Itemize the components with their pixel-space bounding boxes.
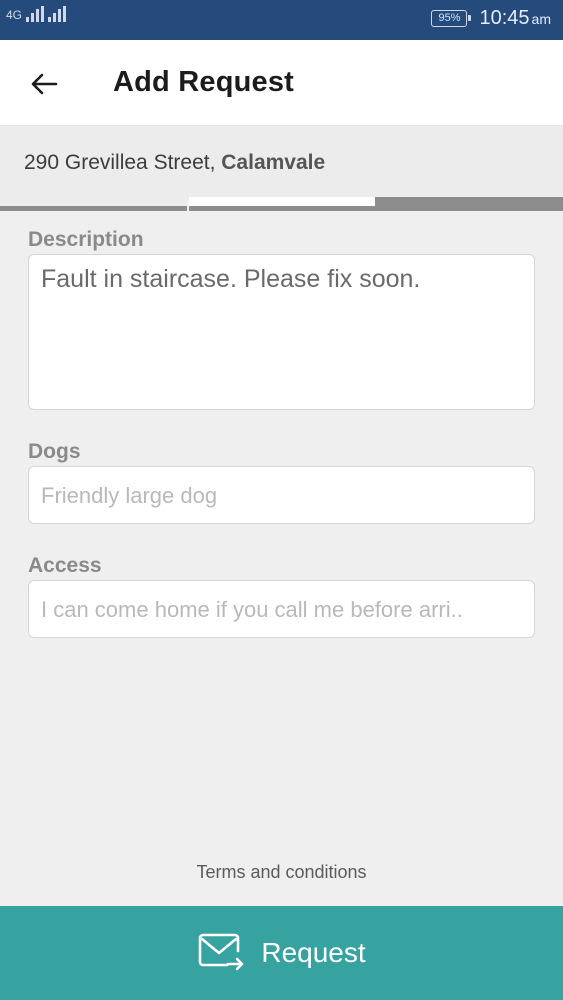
- signal-icon: [26, 6, 45, 22]
- clock: 10:45 am: [479, 7, 551, 30]
- terms-link[interactable]: Terms and conditions: [0, 862, 563, 883]
- step-2-indicator: [189, 197, 375, 211]
- battery-icon: 95%: [431, 10, 472, 27]
- request-label: Request: [261, 937, 366, 968]
- description-field[interactable]: Fault in staircase. Please fix soon.: [28, 254, 535, 410]
- step-progress: [0, 197, 563, 211]
- app-header: Add Request: [0, 40, 563, 126]
- page-title: Add Request: [113, 66, 295, 98]
- clock-ampm: am: [531, 11, 551, 27]
- request-button[interactable]: Request: [0, 906, 563, 1000]
- address-street: 290 Grevillea Street,: [24, 151, 222, 174]
- network-type: 4G: [6, 8, 23, 22]
- dogs-label: Dogs: [28, 440, 81, 463]
- arrow-left-icon: [31, 73, 58, 95]
- address-text: 290 Grevillea Street, Calamvale: [24, 151, 325, 175]
- status-right: 95% 10:45 am: [431, 7, 551, 30]
- back-button[interactable]: [22, 62, 66, 106]
- envelope-arrow-icon: [199, 933, 244, 971]
- access-placeholder: I can come home if you call me before ar…: [41, 597, 463, 622]
- clock-time: 10:45: [479, 7, 530, 29]
- description-value: Fault in staircase. Please fix soon.: [41, 265, 421, 293]
- address-suburb: Calamvale: [221, 151, 326, 174]
- address-bar: 290 Grevillea Street, Calamvale: [0, 127, 563, 199]
- signal-area: 4G: [6, 6, 67, 22]
- step-1-indicator: [0, 197, 187, 211]
- signal-icon-2: [48, 6, 67, 22]
- description-label: Description: [28, 228, 144, 251]
- dogs-placeholder: Friendly large dog: [41, 483, 218, 508]
- access-field[interactable]: I can come home if you call me before ar…: [28, 580, 535, 638]
- access-label: Access: [28, 554, 102, 577]
- status-bar: 4G 95% 10:45 am: [0, 0, 563, 40]
- dogs-field[interactable]: Friendly large dog: [28, 466, 535, 524]
- step-3-indicator: [375, 197, 563, 211]
